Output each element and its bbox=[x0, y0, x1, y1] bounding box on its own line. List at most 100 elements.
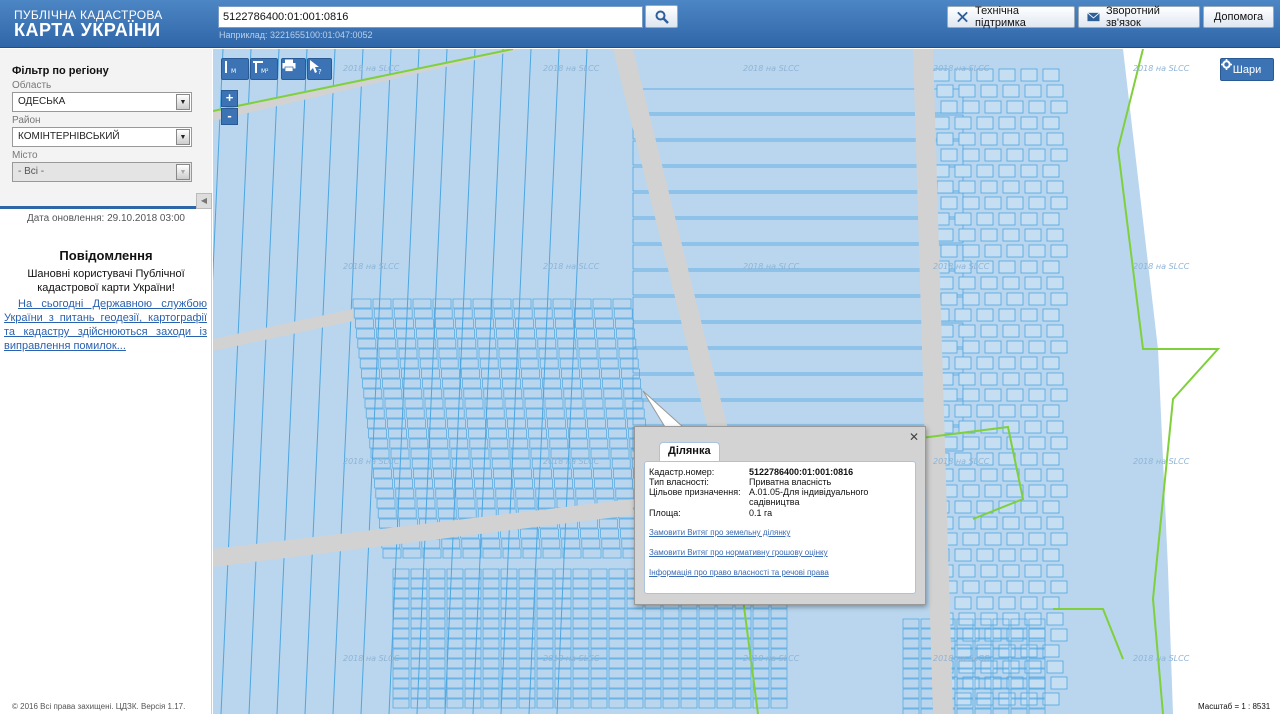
parcel bbox=[1042, 404, 1060, 418]
map-watermark: 2018 на SLCC bbox=[1133, 457, 1190, 466]
city-select[interactable]: - Всі - ▼ bbox=[12, 162, 192, 182]
parcel bbox=[1028, 244, 1046, 258]
parcel bbox=[1046, 276, 1064, 290]
parcel bbox=[976, 596, 994, 610]
cadastral-map[interactable]: 2018 на SLCC 2018 на SLCC 2018 на SLCC 2018… bbox=[213, 49, 1280, 714]
map-watermark: 2018 на SLCC bbox=[933, 457, 990, 466]
parcel bbox=[984, 484, 1002, 498]
parcel bbox=[958, 372, 976, 386]
filter-title: Фільтр по регіону bbox=[12, 65, 109, 77]
parcel bbox=[984, 388, 1002, 402]
ownership-info-link[interactable]: Інформація про право власності та речові… bbox=[649, 568, 829, 577]
parcel bbox=[1002, 276, 1020, 290]
parcel bbox=[958, 324, 976, 338]
parcel bbox=[1002, 564, 1020, 578]
parcel bbox=[1006, 532, 1024, 546]
parcel bbox=[1028, 580, 1046, 594]
parcel bbox=[1020, 212, 1038, 226]
chevron-down-icon: ▼ bbox=[176, 94, 190, 110]
parcel bbox=[984, 580, 1002, 594]
parcel bbox=[976, 356, 994, 370]
parcel bbox=[936, 228, 954, 242]
parcel bbox=[954, 500, 972, 514]
parcel bbox=[954, 116, 972, 130]
parcel bbox=[976, 212, 994, 226]
tab-parcel[interactable]: Ділянка bbox=[659, 442, 720, 462]
parcel bbox=[998, 548, 1016, 562]
parcel bbox=[1028, 436, 1046, 450]
identify-button[interactable]: ? bbox=[307, 58, 332, 80]
parcel bbox=[1042, 68, 1060, 82]
parcel bbox=[1020, 308, 1038, 322]
order-valuation-extract-link[interactable]: Замовити Витяг про нормативну грошову оц… bbox=[649, 548, 828, 557]
parcel bbox=[1020, 548, 1038, 562]
parcel bbox=[1020, 116, 1038, 130]
parcel bbox=[1050, 340, 1068, 354]
parcel bbox=[1002, 324, 1020, 338]
measure-area-button[interactable]: M² bbox=[250, 58, 278, 80]
parcel bbox=[1024, 660, 1042, 674]
parcel bbox=[958, 228, 976, 242]
map-watermark: 2018 на SLCC bbox=[743, 64, 800, 73]
region-filter-panel: Фільтр по регіону Область ОДЕСЬКА ▼ Райо… bbox=[0, 49, 212, 209]
parcel bbox=[1020, 404, 1038, 418]
parcel bbox=[1046, 372, 1064, 386]
parcel bbox=[1042, 164, 1060, 178]
parcel-row-key: Цільове призначення: bbox=[649, 487, 741, 497]
district-select-value: КОМІНТЕРНІВСЬКИЙ bbox=[18, 131, 120, 142]
parcel bbox=[1050, 148, 1068, 162]
parcel bbox=[1024, 180, 1042, 194]
help-button[interactable]: Допомога bbox=[1203, 6, 1274, 28]
parcel bbox=[998, 260, 1016, 274]
region-select[interactable]: ОДЕСЬКА ▼ bbox=[12, 92, 192, 112]
parcel bbox=[1046, 132, 1064, 146]
collapse-sidebar-button[interactable]: ◀ bbox=[196, 193, 212, 209]
svg-text:M: M bbox=[231, 68, 236, 75]
search-button[interactable] bbox=[645, 5, 678, 28]
parcel bbox=[976, 164, 994, 178]
parcel bbox=[1050, 676, 1068, 690]
parcel bbox=[1002, 132, 1020, 146]
parcel bbox=[1046, 84, 1064, 98]
parcel-row-value: А.01.05-Для індивідуального садівництва bbox=[749, 487, 869, 507]
support-button[interactable]: Технічна підтримка bbox=[947, 5, 1075, 29]
map-watermark: 2018 на SLCC bbox=[933, 64, 990, 73]
parcel bbox=[962, 436, 980, 450]
order-parcel-extract-link[interactable]: Замовити Витяг про земельну ділянку bbox=[649, 528, 790, 537]
feedback-button[interactable]: Зворотний зв'язок bbox=[1078, 5, 1200, 29]
parcel bbox=[1042, 500, 1060, 514]
parcel bbox=[1042, 596, 1060, 610]
parcel bbox=[1046, 180, 1064, 194]
parcel bbox=[958, 468, 976, 482]
zoom-out-button[interactable]: - bbox=[221, 108, 238, 125]
parcel bbox=[1046, 324, 1064, 338]
parcel-info-popup: ✕ Ділянка Кадастр.номер: 5122786400:01:0… bbox=[634, 426, 926, 605]
parcel bbox=[1024, 564, 1042, 578]
measure-distance-button[interactable]: M bbox=[221, 58, 249, 80]
cadastral-search-input[interactable] bbox=[218, 6, 643, 28]
print-button[interactable] bbox=[281, 58, 306, 80]
parcel bbox=[998, 116, 1016, 130]
parcel bbox=[976, 308, 994, 322]
messages-link[interactable]: На сьогодні Державною службою України з … bbox=[4, 297, 207, 353]
parcel bbox=[998, 356, 1016, 370]
parcel bbox=[1050, 292, 1068, 306]
parcel bbox=[962, 244, 980, 258]
parcel bbox=[1050, 532, 1068, 546]
map-watermark: 2018 на SLCC bbox=[543, 654, 600, 663]
district-select[interactable]: КОМІНТЕРНІВСЬКИЙ ▼ bbox=[12, 127, 192, 147]
messages-title: Повідомлення bbox=[59, 248, 153, 263]
header-bar: ПУБЛІЧНА КАДАСТРОВА КАРТА УКРАЇНИ Наприк… bbox=[0, 0, 1280, 48]
map-watermark: 2018 на SLCC bbox=[543, 262, 600, 271]
close-icon[interactable]: ✕ bbox=[909, 430, 919, 444]
parcel bbox=[962, 580, 980, 594]
zoom-in-button[interactable]: + bbox=[221, 90, 238, 107]
parcel bbox=[980, 84, 998, 98]
map-canvas[interactable]: 2018 на SLCC 2018 на SLCC 2018 на SLCC 2018… bbox=[213, 49, 1280, 714]
layers-button[interactable]: Шари bbox=[1220, 58, 1274, 81]
measure-area-icon: M² bbox=[253, 61, 269, 75]
parcel bbox=[962, 484, 980, 498]
parcel bbox=[962, 292, 980, 306]
map-watermark: 2018 на SLCC bbox=[1133, 64, 1190, 73]
parcel bbox=[1050, 436, 1068, 450]
